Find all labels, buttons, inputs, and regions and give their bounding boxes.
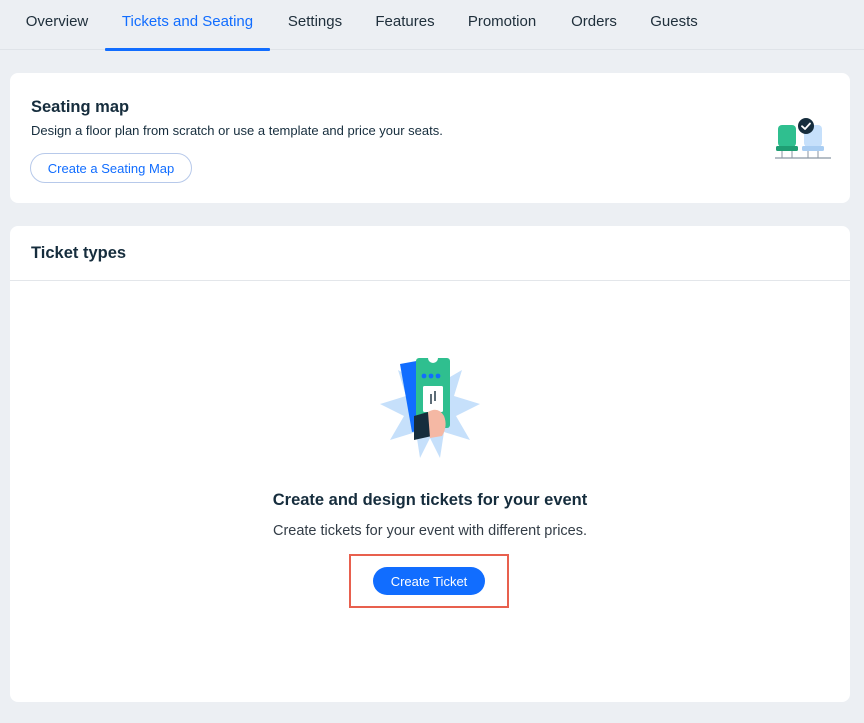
tab-features[interactable]: Features [365, 0, 445, 50]
tab-overview[interactable]: Overview [12, 0, 102, 50]
tab-tickets-and-seating[interactable]: Tickets and Seating [105, 0, 270, 51]
seating-map-card: Seating map Design a floor plan from scr… [10, 73, 850, 203]
tab-settings[interactable]: Settings [276, 0, 354, 50]
tab-orders[interactable]: Orders [559, 0, 629, 50]
create-seating-map-button[interactable]: Create a Seating Map [30, 153, 192, 183]
ticket-types-card: Ticket types Create and design tickets f… [10, 226, 850, 702]
empty-state-description: Create tickets for your event with diffe… [272, 523, 588, 539]
empty-state-title: Create and design tickets for your event [272, 491, 588, 509]
tab-guests[interactable]: Guests [638, 0, 710, 50]
tab-promotion[interactable]: Promotion [456, 0, 548, 50]
seats-illustration-icon [775, 118, 831, 159]
ticket-types-title: Ticket types [31, 244, 127, 262]
seating-map-title: Seating map [31, 98, 130, 116]
seating-map-description: Design a floor plan from scratch or use … [31, 123, 443, 138]
create-ticket-button[interactable]: Create Ticket [373, 567, 485, 595]
ticket-types-header: Ticket types [10, 226, 850, 281]
ticket-illustration-icon [380, 354, 480, 458]
tab-bar: Overview Tickets and Seating Settings Fe… [0, 0, 864, 51]
